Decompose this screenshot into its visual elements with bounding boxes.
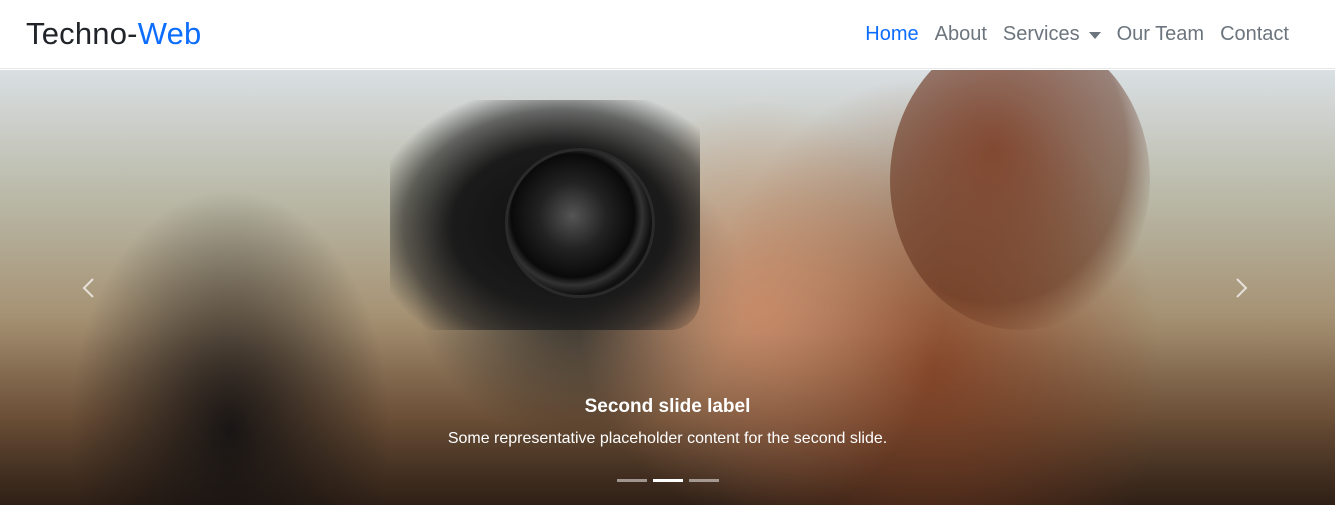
nav-contact[interactable]: Contact: [1212, 23, 1297, 46]
nav-our-team[interactable]: Our Team: [1109, 23, 1212, 46]
brand-logo[interactable]: Techno-Web: [26, 16, 201, 52]
caption-text: Some representative placeholder content …: [447, 430, 888, 447]
caption-title: Second slide label: [584, 396, 751, 417]
nav-home[interactable]: Home: [857, 23, 926, 46]
brand-text-main: Techno-: [26, 16, 138, 51]
carousel-indicators: [0, 479, 1335, 482]
carousel-indicator-3[interactable]: [688, 479, 719, 482]
nav-about[interactable]: About: [927, 23, 995, 46]
carousel-indicator-2[interactable]: [652, 479, 683, 482]
chevron-right-icon: [1236, 277, 1248, 298]
chevron-left-icon: [82, 277, 94, 298]
brand-text-accent: Web: [137, 16, 202, 51]
caret-down-icon: [1088, 31, 1101, 39]
navbar: Techno-Web Home About Services Our Team …: [0, 0, 1335, 69]
hero-carousel: Second slide label Some representative p…: [0, 70, 1335, 505]
carousel-caption: Second slide label Some representative p…: [0, 396, 1335, 448]
carousel-indicator-1[interactable]: [616, 479, 647, 482]
nav-services-dropdown[interactable]: Services: [995, 23, 1109, 46]
nav-services-label: Services: [1002, 22, 1080, 45]
nav-menu: Home About Services Our Team Contact: [857, 23, 1297, 46]
